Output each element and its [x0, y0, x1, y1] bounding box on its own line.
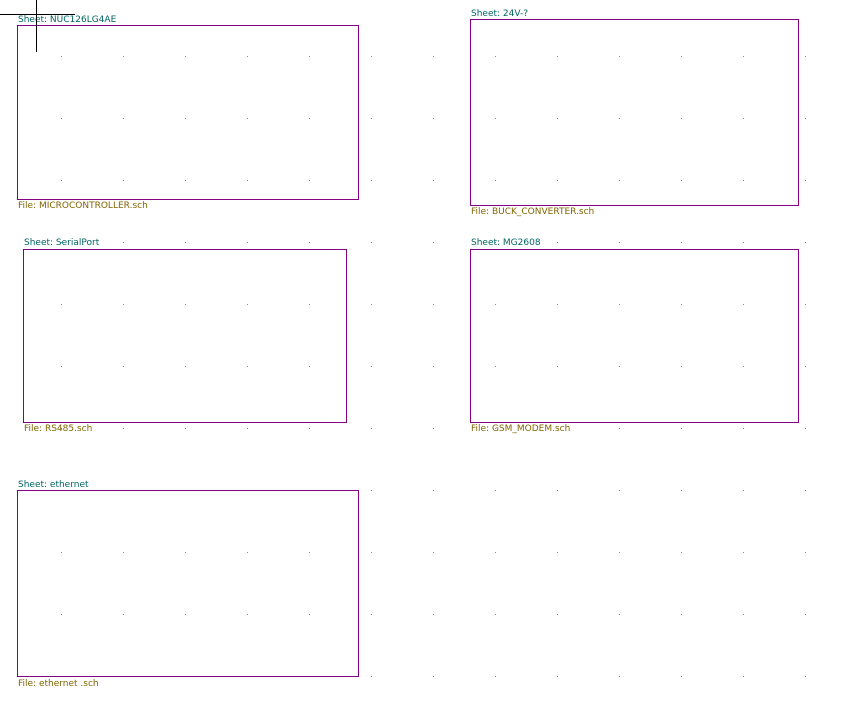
grid-dot: [557, 614, 558, 615]
sheet-name-label: Sheet: MG2608: [471, 238, 541, 248]
grid-dot: [371, 180, 372, 181]
sheet-name-label: Sheet: SerialPort: [24, 238, 100, 248]
hierarchical-sheet-24v[interactable]: [470, 19, 799, 206]
grid-dot: [433, 242, 434, 243]
sheet-file-label: File: BUCK_CONVERTER.sch: [471, 207, 595, 217]
grid-dot: [619, 552, 620, 553]
grid-dot: [433, 118, 434, 119]
grid-dot: [371, 614, 372, 615]
grid-dot: [309, 428, 310, 429]
grid-dot: [557, 242, 558, 243]
grid-dot: [371, 304, 372, 305]
grid-dot: [495, 552, 496, 553]
grid-dot: [495, 676, 496, 677]
grid-dot: [557, 552, 558, 553]
hierarchical-sheet-mg2608[interactable]: [470, 249, 799, 423]
grid-dot: [433, 428, 434, 429]
grid-dot: [619, 490, 620, 491]
grid-dot: [371, 490, 372, 491]
grid-dot: [805, 56, 806, 57]
grid-dot: [619, 614, 620, 615]
hierarchical-sheet-nuc126lg4ae[interactable]: [17, 25, 359, 200]
grid-dot: [681, 490, 682, 491]
grid-dot: [743, 552, 744, 553]
grid-dot: [433, 676, 434, 677]
sheet-file-label: File: GSM_MODEM.sch: [471, 424, 571, 434]
grid-dot: [433, 180, 434, 181]
grid-dot: [743, 490, 744, 491]
grid-dot: [185, 428, 186, 429]
sheet-name-label: Sheet: ethernet: [18, 480, 89, 490]
grid-dot: [433, 490, 434, 491]
sheet-name-label: Sheet: 24V-?: [471, 9, 529, 19]
grid-dot: [805, 614, 806, 615]
grid-dot: [371, 366, 372, 367]
grid-dot: [433, 366, 434, 367]
grid-dot: [805, 304, 806, 305]
grid-dot: [433, 56, 434, 57]
hierarchical-sheet-ethernet[interactable]: [17, 490, 359, 677]
sheet-name-label: Sheet: NUC126LG4AE: [18, 15, 117, 25]
grid-dot: [805, 552, 806, 553]
grid-dot: [371, 56, 372, 57]
grid-dot: [805, 676, 806, 677]
schematic-canvas[interactable]: Sheet: NUC126LG4AE File: MICROCONTROLLER…: [0, 0, 849, 710]
grid-dot: [681, 242, 682, 243]
grid-dot: [743, 614, 744, 615]
grid-dot: [371, 676, 372, 677]
grid-dot: [371, 428, 372, 429]
grid-dot: [371, 242, 372, 243]
grid-dot: [309, 242, 310, 243]
grid-dot: [805, 490, 806, 491]
grid-dot: [805, 242, 806, 243]
grid-dot: [805, 180, 806, 181]
hierarchical-sheet-serialport[interactable]: [23, 249, 347, 423]
grid-dot: [495, 490, 496, 491]
grid-dot: [743, 676, 744, 677]
grid-dot: [743, 242, 744, 243]
grid-dot: [433, 614, 434, 615]
grid-dot: [681, 676, 682, 677]
grid-dot: [433, 552, 434, 553]
grid-dot: [557, 490, 558, 491]
grid-dot: [743, 428, 744, 429]
grid-dot: [805, 118, 806, 119]
grid-dot: [123, 428, 124, 429]
grid-dot: [681, 428, 682, 429]
grid-dot: [681, 552, 682, 553]
grid-dot: [433, 304, 434, 305]
grid-dot: [123, 242, 124, 243]
grid-dot: [371, 118, 372, 119]
grid-dot: [619, 242, 620, 243]
sheet-file-label: File: ethernet .sch: [18, 679, 99, 689]
grid-dot: [247, 428, 248, 429]
grid-dot: [185, 242, 186, 243]
grid-dot: [371, 552, 372, 553]
sheet-file-label: File: RS485.sch: [24, 424, 93, 434]
grid-dot: [805, 366, 806, 367]
crosshair-cursor-vertical: [36, 0, 37, 52]
grid-dot: [619, 428, 620, 429]
grid-dot: [247, 242, 248, 243]
grid-dot: [805, 428, 806, 429]
grid-dot: [619, 676, 620, 677]
grid-dot: [557, 676, 558, 677]
crosshair-cursor-horizontal: [0, 14, 75, 15]
grid-dot: [681, 614, 682, 615]
sheet-file-label: File: MICROCONTROLLER.sch: [18, 201, 148, 211]
grid-dot: [495, 614, 496, 615]
